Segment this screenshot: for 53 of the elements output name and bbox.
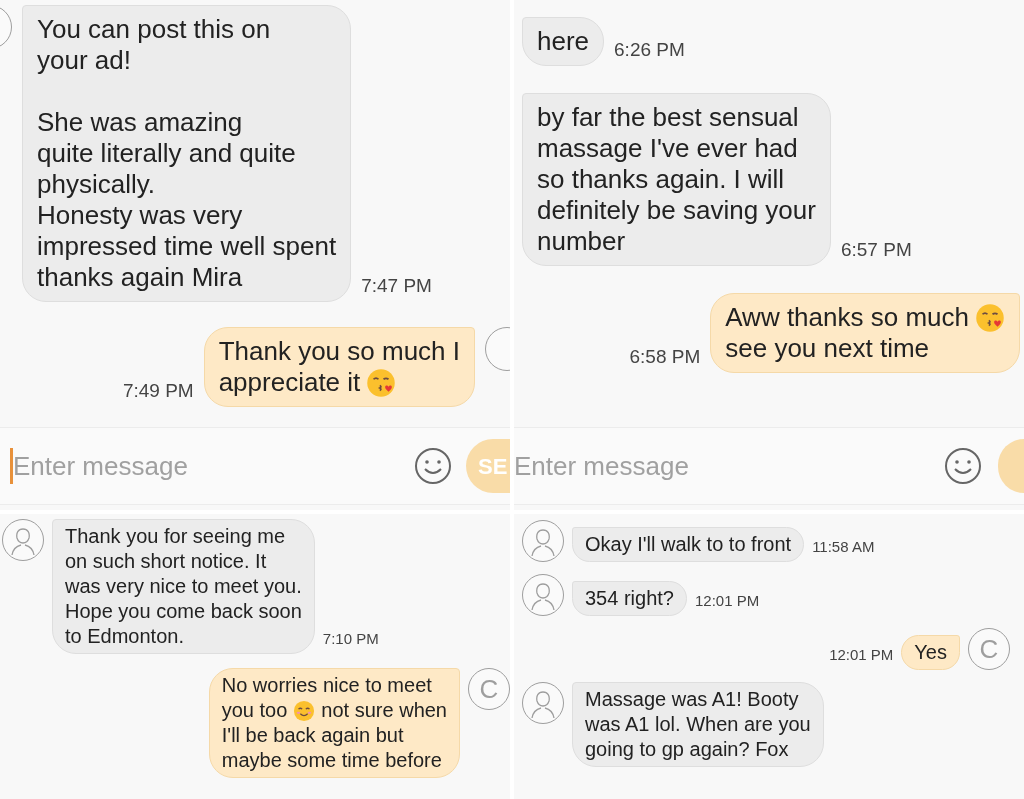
avatar: C [468,668,510,710]
message-text: appreciate it [218,367,361,398]
message-text: see you next time [725,333,930,364]
message-text: Hope you come back soon [65,599,302,624]
message-text: massage I've ever had [537,133,798,164]
message-field[interactable]: Enter message [514,446,930,486]
emoji-icon [975,302,1005,333]
message-text: impressed time well spent [37,231,337,262]
message-text: number [537,226,626,257]
message-field[interactable]: Enter message [13,446,400,486]
message-text: quite literally and quite [37,138,296,169]
message-text: to Edmonton. [65,624,184,649]
message-text: She was amazing [37,107,243,138]
message-text: Thank you so much I [218,336,460,367]
message-text: Honesty was very [37,200,243,231]
message-time: 12:01 PM [694,590,760,611]
message-time: 6:58 PM [629,344,701,369]
message-text: by far the best sensual [537,102,799,133]
message-text: not sure when [321,698,447,723]
emoji-icon [366,367,397,398]
message-text: you too [221,698,288,723]
message-text: here [537,26,590,57]
message-text: maybe some time before [221,748,442,773]
message-text: 354 right? [585,586,674,611]
send-button[interactable]: SE [466,439,510,493]
message-text: was A1 lol. When are you [585,712,811,737]
message-text: I'll be back again but [221,723,404,748]
message-time: 11:58 AM [812,536,875,557]
message-time: 6:57 PM [840,237,912,262]
avatar: C [968,628,1010,670]
emoji-icon [293,699,316,722]
message-text: your ad! [37,45,131,76]
message-text: Yes [914,640,947,665]
message-time: 6:26 PM [614,37,685,62]
message-text: on such short notice. It [65,549,267,574]
message-text: Massage was A1! Booty [585,687,799,712]
message-text: going to gp again? Fox [585,737,789,762]
message-text: physically. [37,169,155,200]
message-text: Thank you for seeing me [65,524,286,549]
message-text: so thanks again. I will [537,164,785,195]
message-time: 7:47 PM [361,273,432,298]
message-text: Aww thanks so much [725,302,969,333]
message-text: You can post this on [37,14,271,45]
smiley-icon[interactable] [414,447,452,485]
message-text: thanks again Mira [37,262,243,293]
message-text: was very nice to meet you. [65,574,302,599]
message-text: definitely be saving your [537,195,816,226]
smiley-icon[interactable] [944,447,982,485]
message-text: Okay I'll walk to to front [585,532,792,557]
message-time: 7:10 PM [322,628,379,649]
message-time: 7:49 PM [122,378,194,403]
message-text: No worries nice to meet [221,673,432,698]
message-time: 12:01 PM [829,644,894,665]
